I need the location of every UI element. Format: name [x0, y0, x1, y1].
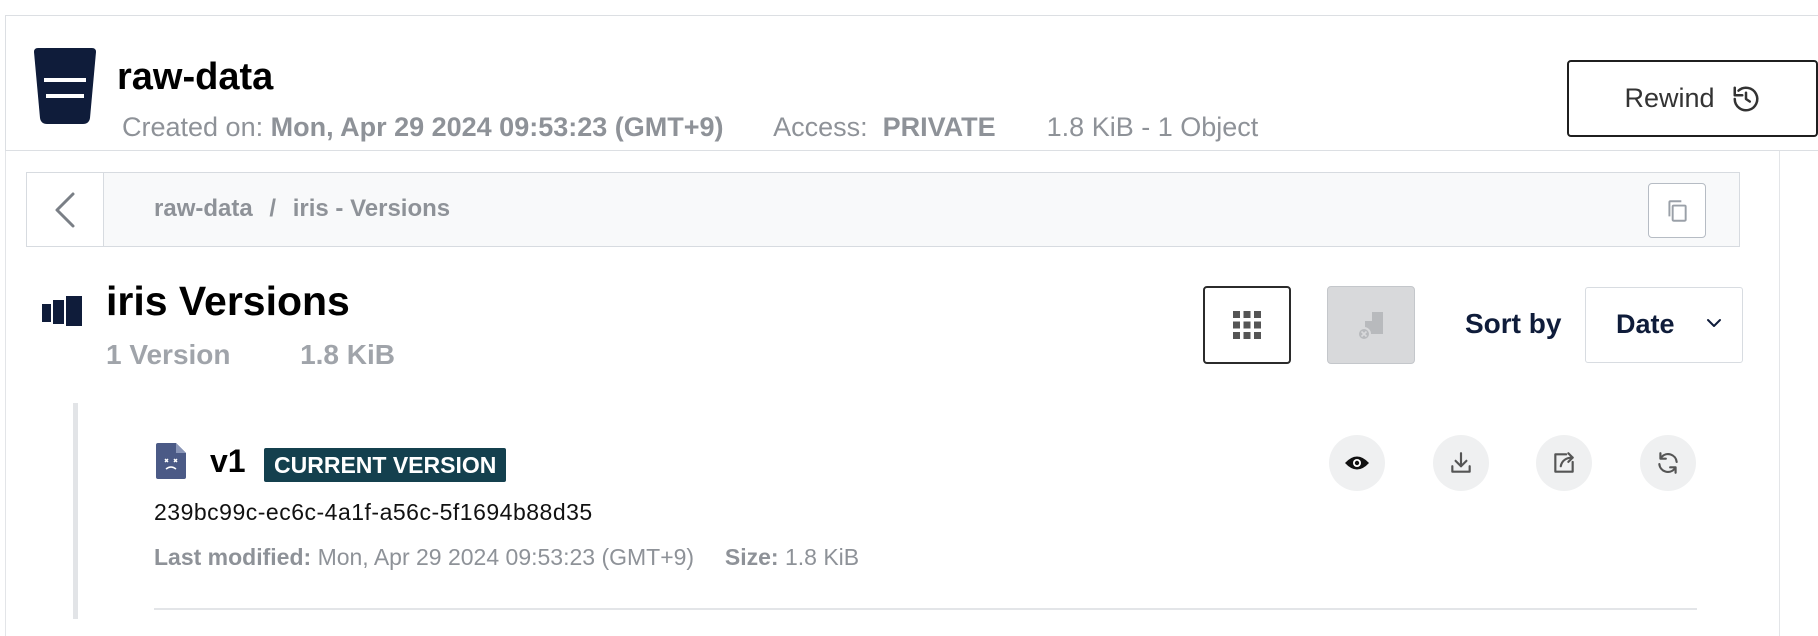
eye-icon — [1345, 456, 1369, 470]
history-icon — [1733, 86, 1758, 111]
file-icon — [156, 443, 186, 479]
share-icon — [1554, 452, 1574, 473]
sort-select-value: Date — [1616, 309, 1675, 339]
breadcrumb-root[interactable]: raw-data — [154, 195, 253, 222]
rewind-button-label: Rewind — [1624, 83, 1715, 113]
grid-icon — [1233, 311, 1261, 339]
version-label: v1 — [210, 443, 246, 479]
download-icon — [1451, 452, 1471, 473]
content-left-border — [5, 151, 6, 636]
last-modified-value: Mon, Apr 29 2024 09:53:23 (GMT+9) — [317, 544, 695, 570]
usage-summary: 1.8 KiB - 1 Object — [1046, 112, 1259, 142]
breadcrumb-path: raw-data / iris - Versions — [154, 195, 450, 223]
created-on-value: Mon, Apr 29 2024 09:53:23 (GMT+9) — [270, 112, 724, 142]
last-modified-label: Last modified: — [154, 544, 312, 570]
select-versions-button[interactable] — [1203, 286, 1291, 364]
access-label: Access: — [773, 112, 868, 142]
chevron-down-icon — [1707, 319, 1721, 327]
delete-versions-button[interactable] — [1327, 286, 1415, 364]
bucket-meta: Created on: Mon, Apr 29 2024 09:53:23 (G… — [122, 112, 1258, 143]
copy-path-button[interactable] — [1648, 183, 1706, 238]
versions-title: iris Versions — [106, 278, 350, 324]
back-button[interactable] — [27, 173, 104, 246]
sort-by-label: Sort by — [1465, 308, 1562, 339]
size-value: 1.8 KiB — [784, 544, 860, 570]
bucket-icon — [34, 48, 96, 124]
content-right-border — [1779, 151, 1780, 636]
breadcrumb: raw-data / iris - Versions — [26, 172, 1740, 247]
breadcrumb-separator: / — [269, 195, 277, 222]
share-button[interactable] — [1536, 435, 1592, 491]
current-version-badge: CURRENT VERSION — [264, 448, 507, 482]
created-on-label: Created on: — [122, 112, 264, 142]
sort-select[interactable]: Date — [1585, 287, 1743, 363]
version-timeline-rail — [73, 403, 78, 619]
delete-versions-icon — [1357, 312, 1383, 341]
preview-button[interactable] — [1329, 435, 1385, 491]
version-row-divider — [154, 608, 1697, 610]
rewind-button[interactable]: Rewind — [1567, 60, 1818, 137]
download-button[interactable] — [1433, 435, 1489, 491]
size-label: Size: — [724, 544, 779, 570]
version-meta: Last modified: Mon, Apr 29 2024 09:53:23… — [154, 544, 859, 571]
restore-button[interactable] — [1640, 435, 1696, 491]
breadcrumb-current: iris - Versions — [292, 195, 451, 222]
bucket-title: raw-data — [117, 56, 274, 98]
version-count: 1 Version — [106, 339, 231, 370]
versions-icon — [42, 296, 82, 326]
restore-icon — [1658, 452, 1678, 474]
versions-summary: 1 Version 1.8 KiB — [106, 339, 395, 371]
access-value: PRIVATE — [882, 112, 996, 142]
bucket-header: raw-data Created on: Mon, Apr 29 2024 09… — [5, 15, 1818, 151]
versions-total-size: 1.8 KiB — [300, 339, 396, 370]
chevron-left-icon — [55, 192, 75, 227]
copy-icon — [1668, 199, 1687, 222]
version-id: 239bc99c-ec6c-4a1f-a56c-5f1694b88d35 — [154, 499, 593, 525]
